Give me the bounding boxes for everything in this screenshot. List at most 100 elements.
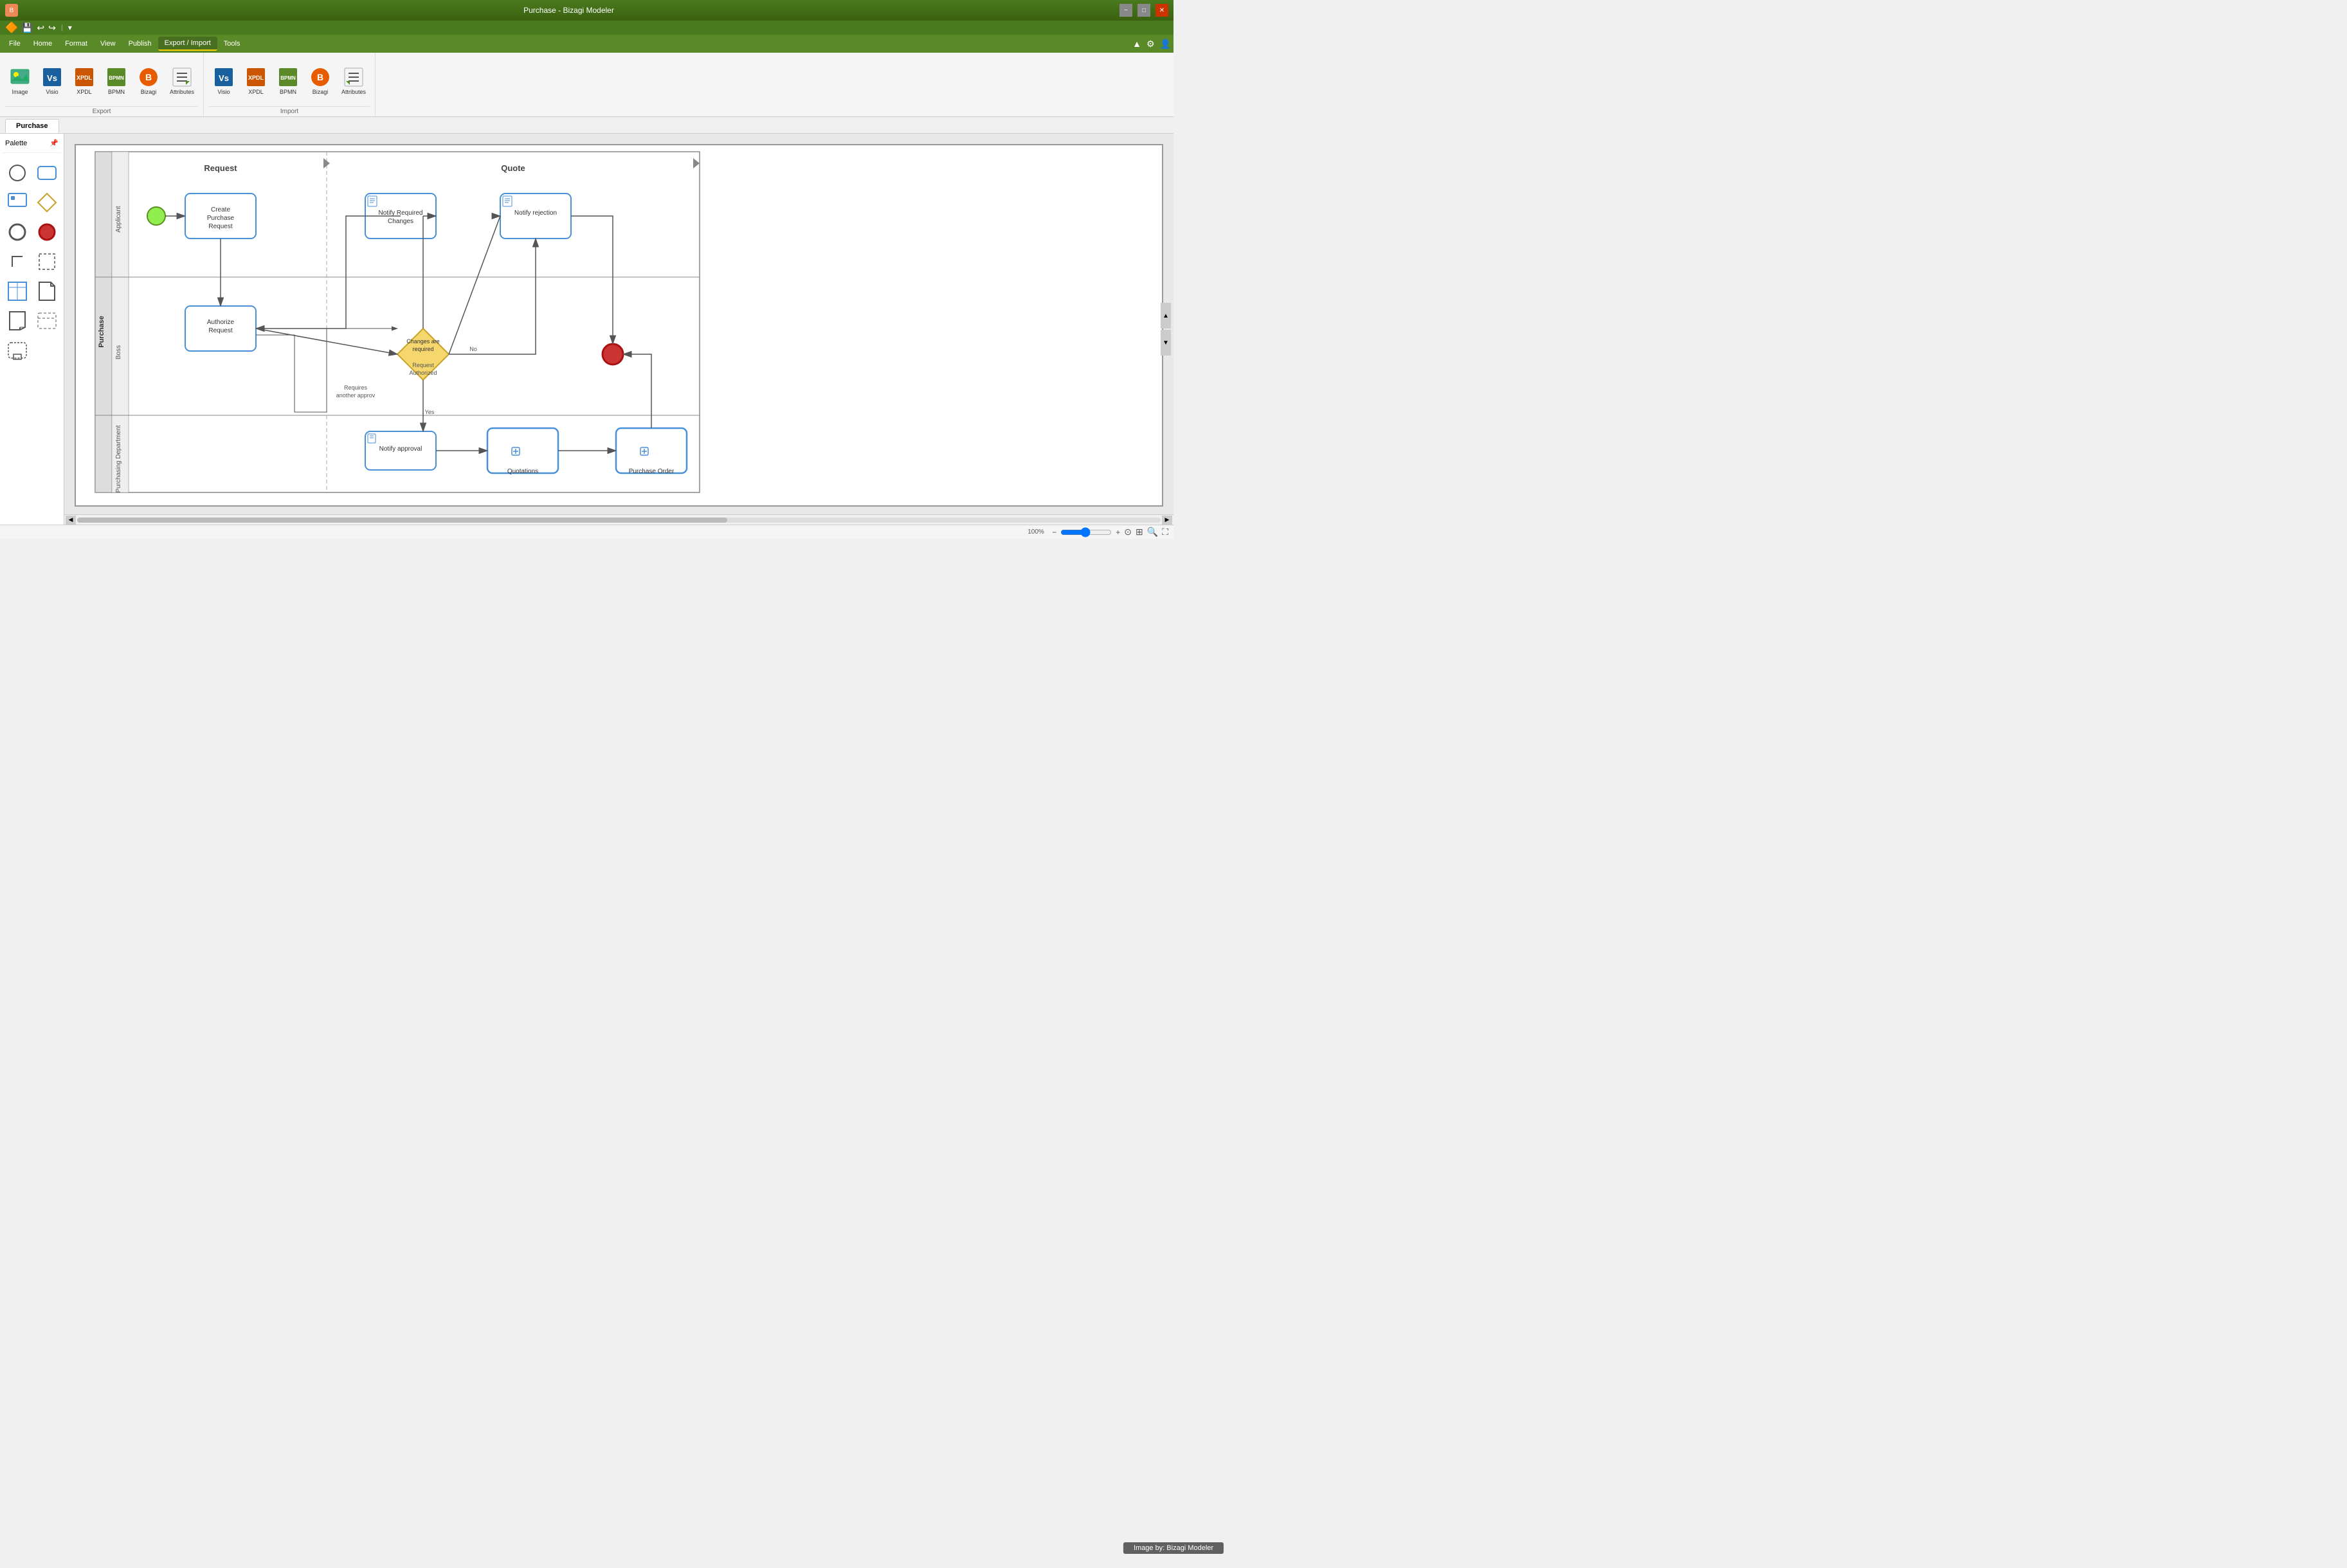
start-event [147, 207, 165, 225]
collapse-ribbon-icon[interactable]: ▲ [1132, 39, 1141, 50]
menu-export-import[interactable]: Export / Import [158, 37, 217, 51]
menu-tools[interactable]: Tools [217, 37, 247, 50]
quotations-label: Quotations [507, 468, 538, 475]
import-bpmn-label: BPMN [280, 89, 296, 95]
export-section: Image Vs Visio XPDL XPDL BPMN BPMN [0, 53, 204, 116]
palette-dashed-box[interactable] [35, 309, 59, 333]
grid-icon[interactable]: ⊞ [1136, 527, 1143, 537]
quote-section-label: Quote [501, 163, 525, 173]
palette-note[interactable] [5, 309, 30, 333]
attributes-import-icon [343, 67, 364, 87]
diagram-container[interactable]: Purchase Applicant Boss Purchasing Depar… [75, 144, 1163, 507]
purchase-order-task [616, 428, 687, 473]
palette-rect-callout[interactable] [5, 190, 30, 215]
scroll-right-button[interactable]: ▶ [1162, 516, 1172, 525]
svg-text:another approv: another approv [336, 392, 376, 399]
title-bar: B Purchase - Bizagi Modeler − □ ✕ [0, 0, 1174, 21]
palette-circle-empty[interactable] [5, 161, 30, 185]
palette-circle-thick[interactable] [5, 220, 30, 244]
redo-quick-icon[interactable]: ↪ [48, 23, 56, 33]
menu-home[interactable]: Home [27, 37, 59, 50]
import-visio-button[interactable]: Vs Visio [209, 64, 239, 98]
palette-diamond[interactable] [35, 190, 59, 215]
palette-title: Palette [5, 140, 27, 147]
palette-subprocess[interactable] [5, 338, 30, 363]
export-image-button[interactable]: Image [5, 64, 35, 98]
palette-pin-icon[interactable]: 📌 [50, 139, 59, 147]
export-bizagi-button[interactable]: B Bizagi [134, 64, 163, 98]
menu-format[interactable]: Format [59, 37, 94, 50]
user-icon[interactable]: 👤 [1160, 39, 1171, 50]
export-attributes-label: Attributes [170, 89, 194, 95]
svg-text:Create: Create [211, 206, 230, 213]
palette-table[interactable] [5, 279, 30, 303]
scroll-down-icon[interactable]: ▼ [1161, 330, 1171, 356]
separator: | [61, 24, 63, 32]
svg-text:XPDL: XPDL [77, 75, 93, 81]
menu-publish[interactable]: Publish [122, 37, 158, 50]
svg-text:B: B [317, 72, 323, 82]
import-visio-label: Visio [217, 89, 230, 95]
minimize-button[interactable]: − [1119, 4, 1132, 17]
import-bizagi-button[interactable]: B Bizagi [305, 64, 335, 98]
menu-bar: File Home Format View Publish Export / I… [0, 35, 1174, 53]
svg-text:Authorized: Authorized [409, 370, 437, 376]
zoom-out-icon[interactable]: − [1052, 528, 1056, 537]
canvas-area[interactable]: ▲ ▼ Purc [64, 134, 1174, 525]
tab-purchase[interactable]: Purchase [5, 119, 59, 133]
horizontal-scrollbar[interactable] [77, 518, 1161, 523]
zoom-controls: 100% − + ⊙ ⊞ 🔍 ⛶ [1028, 527, 1168, 537]
export-bpmn-label: BPMN [108, 89, 125, 95]
export-bizagi-label: Bizagi [141, 89, 157, 95]
pool-label: Purchase [98, 316, 105, 348]
boss-lane-label: Boss [115, 345, 122, 359]
close-button[interactable]: ✕ [1155, 4, 1168, 17]
fullscreen-icon[interactable]: ⛶ [1162, 527, 1168, 537]
more-quick-icon[interactable]: ▾ [68, 23, 72, 32]
import-section: Vs Visio XPDL XPDL BPMN BPMN B Bi [204, 53, 376, 116]
end-event [603, 344, 623, 365]
zoom-slider[interactable] [1060, 527, 1112, 537]
palette-panel: Palette 📌 [0, 134, 64, 525]
zoom-in-icon[interactable]: + [1116, 528, 1120, 537]
menu-view[interactable]: View [94, 37, 122, 50]
scroll-left-button[interactable]: ◀ [66, 516, 76, 525]
notify-approval-label: Notify approval [379, 446, 422, 453]
export-visio-label: Visio [46, 89, 58, 95]
request-section-label: Request [204, 163, 237, 173]
undo-quick-icon[interactable]: ↩ [37, 23, 44, 33]
export-xpdl-button[interactable]: XPDL XPDL [69, 64, 99, 98]
bpmn-diagram: Purchase Applicant Boss Purchasing Depar… [76, 145, 706, 505]
import-xpdl-button[interactable]: XPDL XPDL [241, 64, 271, 98]
zoom-percentage: 100% [1028, 528, 1048, 536]
svg-text:BPMN: BPMN [109, 75, 124, 81]
import-buttons: Vs Visio XPDL XPDL BPMN BPMN B Bi [209, 55, 370, 106]
settings-icon[interactable]: ⚙ [1146, 39, 1155, 50]
xpdl-import-icon: XPDL [246, 67, 266, 87]
footer-text: Image by: Bizagi Modeler [1134, 1544, 1213, 1552]
fit-page-icon[interactable]: ⊙ [1124, 527, 1132, 537]
import-bpmn-button[interactable]: BPMN BPMN [273, 64, 303, 98]
export-bpmn-button[interactable]: BPMN BPMN [102, 64, 131, 98]
svg-text:Vs: Vs [219, 73, 229, 83]
scroll-up-icon[interactable]: ▲ [1161, 303, 1171, 329]
palette-dashed-rect[interactable] [35, 249, 59, 274]
save-quick-icon[interactable]: 💾 [22, 23, 33, 33]
svg-text:Purchase: Purchase [207, 215, 235, 222]
palette-corner-connector[interactable] [5, 249, 30, 274]
menu-file[interactable]: File [3, 37, 27, 50]
import-attributes-button[interactable]: Attributes [338, 64, 370, 98]
palette-rect-rounded[interactable] [35, 161, 59, 185]
quick-access-toolbar: 🔶 💾 ↩ ↪ | ▾ [0, 21, 1174, 35]
export-visio-button[interactable]: Vs Visio [37, 64, 67, 98]
search-diagram-icon[interactable]: 🔍 [1147, 527, 1158, 537]
attributes-export-icon [172, 67, 192, 87]
maximize-button[interactable]: □ [1137, 4, 1150, 17]
yes-label: Yes [425, 409, 435, 415]
svg-text:Changes are: Changes are [406, 338, 440, 345]
palette-circle-red[interactable] [35, 220, 59, 244]
visio-import-icon: Vs [213, 67, 234, 87]
palette-document[interactable] [35, 279, 59, 303]
export-attributes-button[interactable]: Attributes [166, 64, 198, 98]
window-title: Purchase - Bizagi Modeler [18, 6, 1119, 15]
